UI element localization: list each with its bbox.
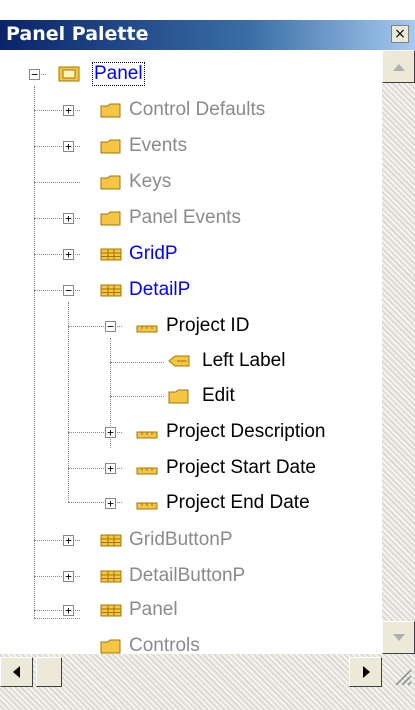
grid-icon	[100, 570, 122, 583]
arrow-up-icon	[392, 63, 405, 71]
tree-node-label[interactable]: Panel	[92, 62, 145, 86]
expand-toggle[interactable]: +	[105, 463, 116, 474]
tree-connector	[34, 618, 80, 619]
folder-icon	[100, 175, 121, 190]
expand-toggle[interactable]: +	[63, 141, 74, 152]
expand-toggle[interactable]: +	[63, 105, 74, 116]
expand-toggle[interactable]: +	[63, 213, 74, 224]
title-bar[interactable]: Panel Palette ×	[0, 20, 415, 50]
collapse-toggle[interactable]: −	[63, 285, 74, 296]
grid-icon	[100, 604, 122, 617]
scroll-down-button[interactable]	[382, 621, 415, 654]
tree-connector	[110, 362, 164, 363]
horizontal-scrollbar[interactable]	[0, 654, 415, 710]
window-title: Panel Palette	[6, 23, 149, 45]
tree-node-label[interactable]: Control Defaults	[129, 99, 265, 121]
panel-icon	[58, 66, 80, 82]
tree-node-label[interactable]: Project ID	[166, 315, 249, 337]
tree-connector	[34, 86, 35, 618]
tree-node-label[interactable]: GridButtonP	[129, 529, 233, 551]
expand-toggle[interactable]: +	[63, 249, 74, 260]
folder-icon	[100, 211, 121, 226]
close-icon: ×	[394, 26, 406, 42]
collapse-toggle[interactable]: −	[29, 69, 40, 80]
expand-toggle[interactable]: +	[63, 605, 74, 616]
tree-node-label[interactable]: Left Label	[202, 350, 285, 372]
scroll-left-button[interactable]	[0, 657, 33, 687]
tree-node-label[interactable]: DetailP	[129, 279, 190, 301]
expand-toggle[interactable]: +	[105, 498, 116, 509]
expand-toggle[interactable]: +	[105, 427, 116, 438]
tree-node-label[interactable]: Project End Date	[166, 492, 310, 514]
tree-connector	[110, 396, 164, 397]
folder-icon	[100, 639, 121, 654]
tree-connector	[68, 302, 69, 502]
scroll-right-button[interactable]	[349, 657, 382, 687]
tree-node-label[interactable]: Events	[129, 135, 187, 157]
folder-icon	[100, 103, 121, 118]
resize-grip-icon[interactable]	[392, 666, 412, 686]
close-button[interactable]: ×	[391, 25, 409, 43]
field-icon	[136, 467, 158, 475]
tree-node-label[interactable]: Panel	[129, 599, 178, 621]
tree-node-label[interactable]: GridP	[129, 243, 178, 265]
field-icon	[136, 325, 158, 333]
tree-node-label[interactable]: Panel Events	[129, 207, 241, 229]
field-icon	[136, 502, 158, 510]
tree-node-label[interactable]: DetailButtonP	[129, 565, 245, 587]
folder-icon	[100, 139, 121, 154]
arrow-down-icon	[392, 633, 405, 641]
field-icon	[136, 431, 158, 439]
tree-node-label[interactable]: Project Description	[166, 421, 325, 443]
arrow-left-icon	[12, 666, 20, 678]
collapse-toggle[interactable]: −	[105, 321, 116, 332]
grid-icon	[100, 284, 122, 297]
tree-connector	[34, 182, 80, 183]
label-icon	[168, 355, 190, 367]
folder-icon	[168, 389, 189, 404]
scroll-up-button[interactable]	[382, 50, 415, 83]
horizontal-scroll-thumb[interactable]	[36, 657, 62, 687]
tree-view[interactable]: − Panel + Control Defaults + Events Keys…	[0, 50, 380, 656]
expand-toggle[interactable]: +	[63, 571, 74, 582]
panel-palette-window: Panel Palette × − Panel + Control Defaul…	[0, 0, 415, 710]
tree-node-label[interactable]: Keys	[129, 171, 171, 193]
grid-icon	[100, 534, 122, 547]
tree-node-label[interactable]: Project Start Date	[166, 457, 316, 479]
tree-node-label[interactable]: Edit	[202, 385, 235, 407]
vertical-scrollbar[interactable]	[382, 50, 415, 654]
expand-toggle[interactable]: +	[63, 535, 74, 546]
arrow-right-icon	[362, 666, 370, 678]
grid-icon	[100, 248, 122, 261]
